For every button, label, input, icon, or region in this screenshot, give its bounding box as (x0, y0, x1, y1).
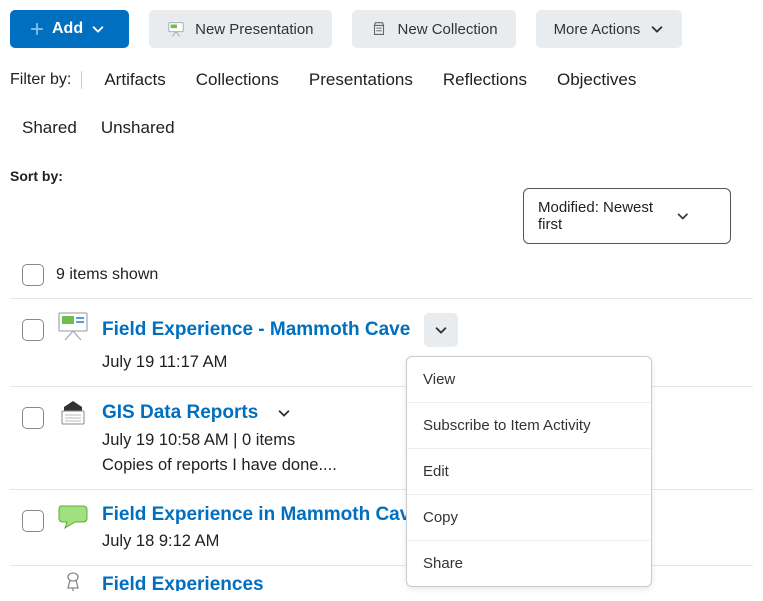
sort-selected-value: Modified: Newest first (538, 199, 676, 233)
row-actions-button[interactable] (424, 313, 458, 347)
sort-select[interactable]: Modified: Newest first (523, 188, 731, 244)
chevron-down-icon (91, 22, 105, 36)
item-title-link[interactable]: Field Experience in Mammoth Cave (102, 504, 421, 526)
speech-bubble-icon (56, 502, 90, 530)
menu-item-view[interactable]: View (407, 357, 651, 403)
filter-tab-reflections[interactable]: Reflections (443, 70, 527, 90)
item-title-link[interactable]: GIS Data Reports (102, 402, 258, 424)
presentation-icon (167, 20, 185, 38)
filter-label: Filter by: (10, 71, 82, 89)
row-checkbox[interactable] (22, 319, 44, 341)
row-actions-menu: View Subscribe to Item Activity Edit Cop… (406, 356, 652, 587)
item-title-link[interactable]: Field Experience - Mammoth Cave (102, 319, 410, 341)
menu-item-edit[interactable]: Edit (407, 449, 651, 495)
chevron-down-icon (434, 323, 448, 337)
item-title-link[interactable]: Field Experiences (102, 574, 264, 591)
filter-tab-objectives[interactable]: Objectives (557, 70, 636, 90)
menu-item-subscribe[interactable]: Subscribe to Item Activity (407, 403, 651, 449)
pushpin-icon (56, 572, 90, 591)
menu-item-share[interactable]: Share (407, 541, 651, 586)
top-toolbar: Add New Presentation New Collection More… (10, 10, 753, 58)
filter-tab-unshared[interactable]: Unshared (101, 118, 175, 138)
new-collection-label: New Collection (398, 21, 498, 38)
add-label: Add (52, 20, 83, 38)
new-presentation-button[interactable]: New Presentation (149, 10, 331, 48)
more-actions-label: More Actions (554, 21, 641, 38)
filter-tab-collections[interactable]: Collections (196, 70, 279, 90)
select-all-checkbox[interactable] (22, 264, 44, 286)
filter-row: Filter by: Artifacts Collections Present… (10, 58, 753, 102)
binder-icon (56, 399, 90, 429)
row-actions-button[interactable] (272, 401, 296, 425)
chevron-down-icon (650, 22, 664, 36)
chevron-down-icon (277, 406, 291, 420)
presentation-icon (56, 311, 90, 341)
item-count-label: 9 items shown (56, 266, 158, 284)
new-collection-button[interactable]: New Collection (352, 10, 516, 48)
list-header: 9 items shown (10, 252, 753, 298)
filter-tab-artifacts[interactable]: Artifacts (104, 70, 165, 90)
collection-icon (370, 20, 388, 38)
add-button[interactable]: Add (10, 10, 129, 48)
filter-row-2: Shared Unshared (10, 102, 753, 148)
row-checkbox[interactable] (22, 510, 44, 532)
filter-tabs: Artifacts Collections Presentations Refl… (94, 70, 636, 90)
plus-icon (30, 22, 44, 36)
filter-tab-presentations[interactable]: Presentations (309, 70, 413, 90)
sort-label: Sort by: (10, 168, 218, 184)
chevron-down-icon (676, 209, 690, 223)
filter-tab-shared[interactable]: Shared (22, 118, 77, 138)
row-checkbox[interactable] (22, 407, 44, 429)
sort-section: Sort by: Modified: Newest first (10, 168, 753, 244)
menu-item-copy[interactable]: Copy (407, 495, 651, 541)
new-presentation-label: New Presentation (195, 21, 313, 38)
more-actions-button[interactable]: More Actions (536, 10, 683, 48)
